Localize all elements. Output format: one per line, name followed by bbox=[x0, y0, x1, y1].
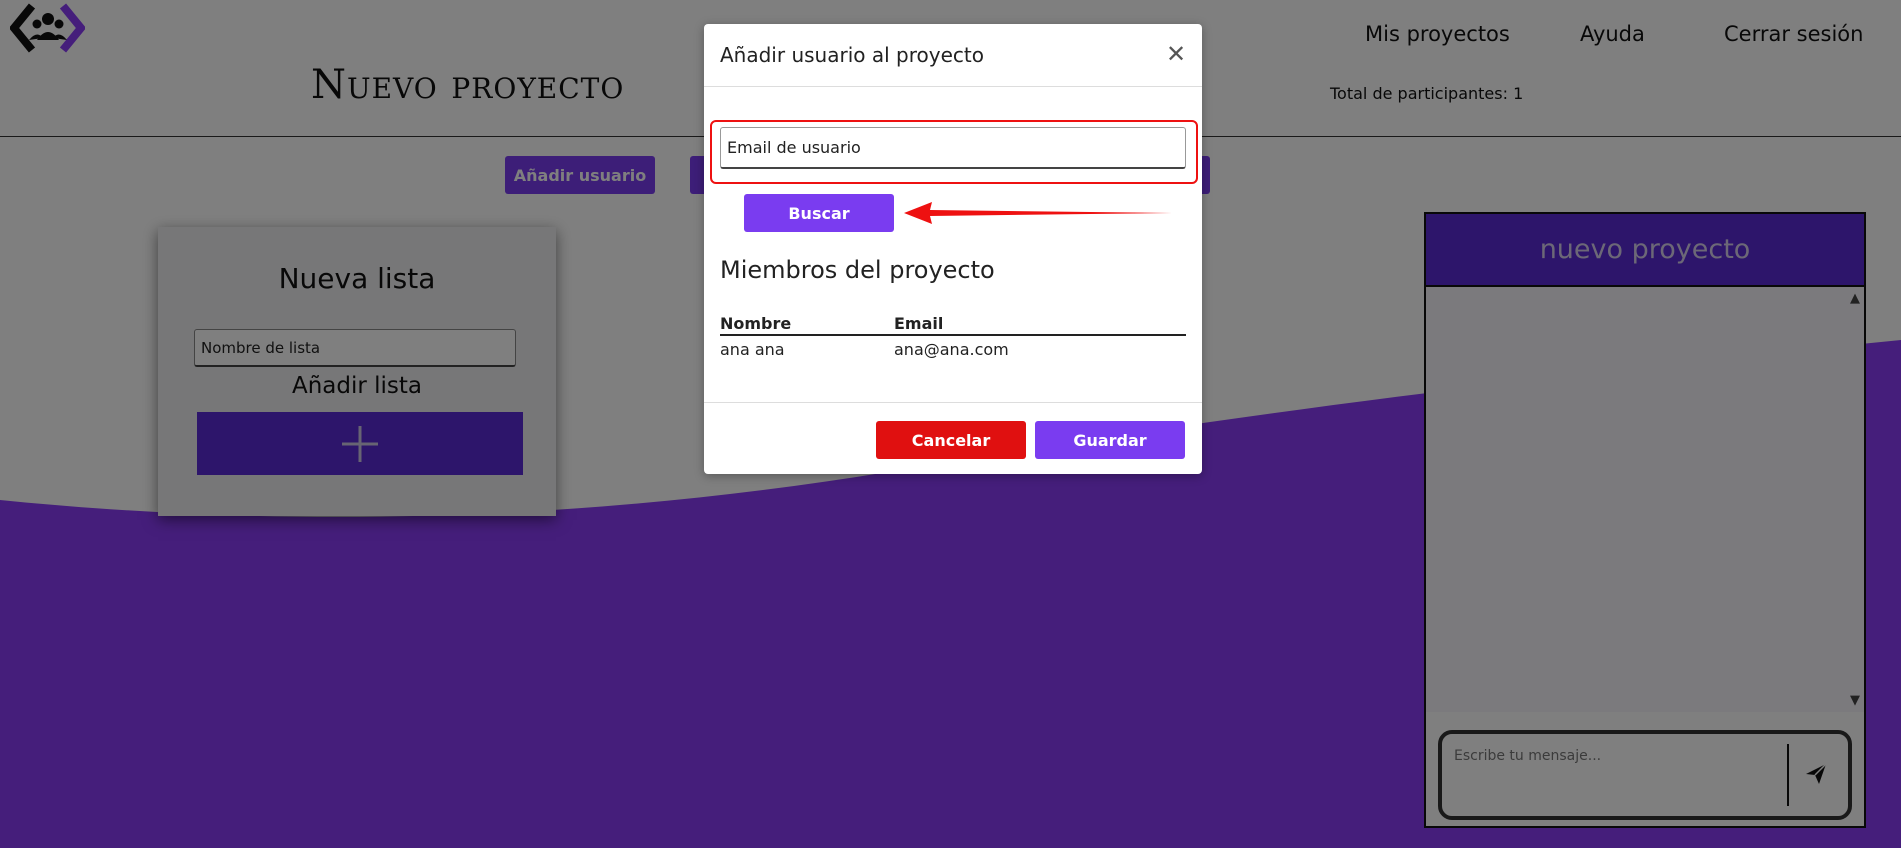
column-email: Email bbox=[894, 314, 944, 333]
table-header-line bbox=[720, 334, 1186, 336]
cancel-button[interactable]: Cancelar bbox=[876, 421, 1026, 459]
members-title: Miembros del proyecto bbox=[720, 256, 995, 284]
member-email: ana@ana.com bbox=[894, 340, 1009, 359]
save-button[interactable]: Guardar bbox=[1035, 421, 1185, 459]
search-button[interactable]: Buscar bbox=[744, 194, 894, 232]
modal-header-divider bbox=[704, 86, 1202, 87]
email-input[interactable]: Email de usuario bbox=[720, 127, 1186, 169]
member-name: ana ana bbox=[720, 340, 785, 359]
modal-footer-divider bbox=[704, 402, 1202, 403]
column-name: Nombre bbox=[720, 314, 792, 333]
add-user-modal: Añadir usuario al proyecto ✕ Email de us… bbox=[704, 24, 1202, 474]
modal-title: Añadir usuario al proyecto bbox=[720, 43, 984, 67]
red-arrow-annotation bbox=[904, 202, 1172, 224]
close-icon[interactable]: ✕ bbox=[1166, 42, 1186, 66]
